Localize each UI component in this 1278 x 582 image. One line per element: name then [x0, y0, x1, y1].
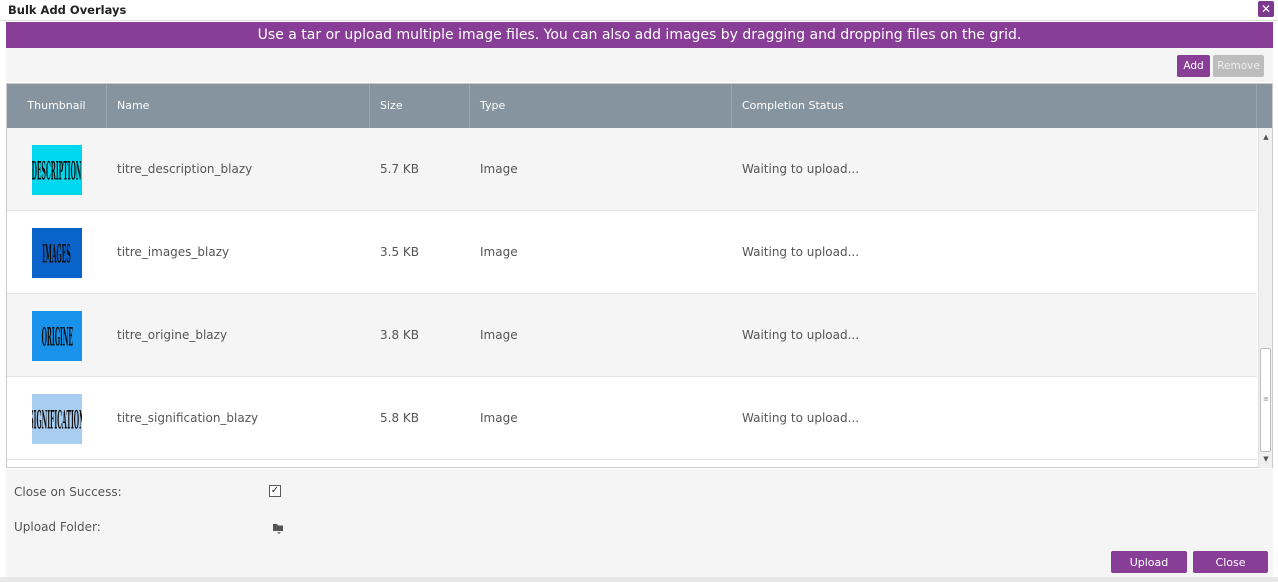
arrow-down-icon[interactable]: ▼ — [1259, 452, 1273, 466]
thumbnail-text: DESCRIPTION — [32, 154, 82, 186]
table-row[interactable]: IMAGES titre_images_blazy 3.5 KB Image W… — [7, 211, 1257, 294]
dialog-title: Bulk Add Overlays — [8, 3, 127, 17]
upload-folder-label: Upload Folder: — [14, 520, 101, 534]
grid-header: Thumbnail Name Size Type Completion Stat… — [7, 84, 1272, 128]
grip-icon: ≡ — [1263, 395, 1269, 403]
file-name: titre_images_blazy — [117, 245, 230, 259]
column-header-name[interactable]: Name — [107, 84, 370, 128]
scrollbar-thumb[interactable]: ≡ — [1260, 348, 1271, 452]
file-name: titre_signification_blazy — [117, 411, 259, 425]
close-on-success-checkbox[interactable]: ✓ — [269, 485, 281, 497]
completion-status: Waiting to upload... — [742, 328, 860, 342]
arrow-up-icon[interactable]: ▲ — [1259, 130, 1273, 144]
close-icon[interactable]: ✕ — [1258, 1, 1274, 17]
checkmark-icon: ✓ — [270, 485, 280, 496]
file-size: 3.8 KB — [380, 328, 419, 342]
table-row[interactable]: SIGNIFICATION titre_signification_blazy … — [7, 377, 1257, 460]
close-on-success-label: Close on Success: — [14, 485, 122, 499]
thumbnail-text: ORIGINE — [41, 320, 73, 352]
instruction-banner: Use a tar or upload multiple image files… — [6, 22, 1273, 48]
column-header-completion-status[interactable]: Completion Status — [732, 84, 1257, 128]
file-grid[interactable]: Thumbnail Name Size Type Completion Stat… — [6, 83, 1273, 468]
toolbar: Add Remove — [6, 48, 1273, 82]
thumbnail-image: DESCRIPTION — [32, 145, 82, 195]
grid-body: DESCRIPTION titre_description_blazy 5.7 … — [7, 128, 1257, 468]
file-size: 5.7 KB — [380, 162, 419, 176]
dialog-footer: Close on Success: ✓ Upload Folder: Uploa… — [6, 469, 1273, 577]
file-name: titre_origine_blazy — [117, 328, 228, 342]
add-button[interactable]: Add — [1177, 55, 1210, 77]
table-row[interactable]: ORIGINE titre_origine_blazy 3.8 KB Image… — [7, 294, 1257, 377]
thumbnail-image: IMAGES — [32, 228, 82, 278]
thumbnail-image: SIGNIFICATION — [32, 394, 82, 444]
column-header-size[interactable]: Size — [370, 84, 470, 128]
file-type: Image — [480, 245, 518, 259]
file-size: 3.5 KB — [380, 245, 419, 259]
file-type: Image — [480, 328, 518, 342]
thumbnail-image: ORIGINE — [32, 311, 82, 361]
completion-status: Waiting to upload... — [742, 245, 860, 259]
completion-status: Waiting to upload... — [742, 162, 860, 176]
column-header-type[interactable]: Type — [470, 84, 732, 128]
upload-button[interactable]: Upload — [1111, 551, 1187, 573]
close-button[interactable]: Close — [1193, 551, 1268, 573]
file-type: Image — [480, 162, 518, 176]
grid-scrollbar[interactable]: ▲ ≡ ▼ — [1258, 128, 1272, 468]
thumbnail-text: IMAGES — [42, 237, 72, 269]
file-type: Image — [480, 411, 518, 425]
bottom-border — [0, 577, 1278, 582]
table-row[interactable]: DESCRIPTION titre_description_blazy 5.7 … — [7, 128, 1257, 211]
file-name: titre_description_blazy — [117, 162, 253, 176]
thumbnail-text: SIGNIFICATION — [32, 403, 82, 435]
folder-icon[interactable] — [272, 521, 286, 535]
file-size: 5.8 KB — [380, 411, 419, 425]
column-header-thumbnail[interactable]: Thumbnail — [7, 84, 107, 128]
remove-button[interactable]: Remove — [1213, 55, 1264, 77]
completion-status: Waiting to upload... — [742, 411, 860, 425]
dialog-titlebar: Bulk Add Overlays ✕ — [0, 0, 1278, 21]
